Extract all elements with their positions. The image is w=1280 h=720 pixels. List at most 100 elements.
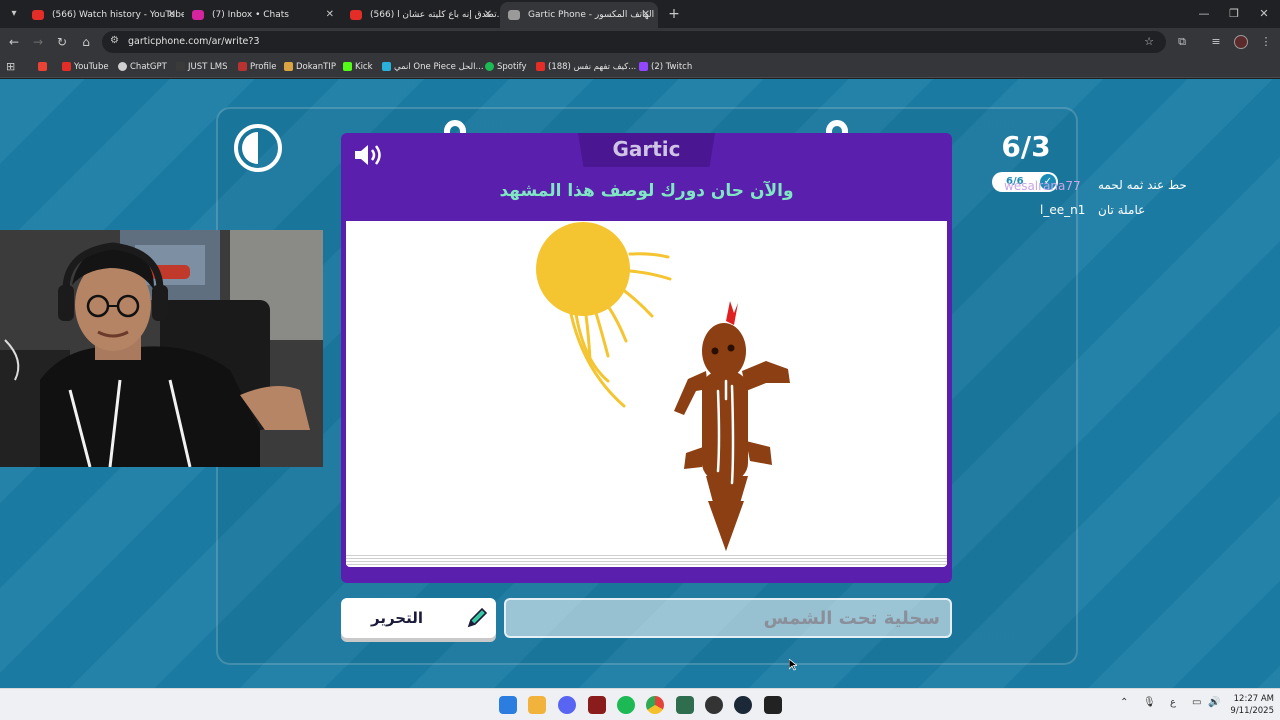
bookmark-label: انمي One Piece الحل... <box>394 62 484 72</box>
youtube-icon <box>536 62 545 71</box>
obs-icon[interactable] <box>705 696 723 714</box>
kick-icon <box>343 62 352 71</box>
paper-page-edges <box>346 553 947 567</box>
language-indicator[interactable]: ع <box>1170 697 1176 708</box>
bookmark-label: Spotify <box>497 62 527 72</box>
close-tab-icon[interactable]: ✕ <box>484 2 492 28</box>
close-tab-icon[interactable]: ✕ <box>168 2 176 28</box>
browser-tab[interactable]: (7) Inbox • Chats ✕ <box>184 2 342 28</box>
bookmark-dokantip[interactable]: DokanTIP <box>284 56 336 78</box>
steam-icon[interactable] <box>734 696 752 714</box>
instagram-icon <box>192 10 204 20</box>
volume-icon[interactable]: 🔊 <box>1208 697 1220 708</box>
tab-strip: ▾ (566) Watch history - YouTube ✕ (7) In… <box>0 0 1280 28</box>
extensions-icon[interactable]: ⧉ <box>1172 32 1192 52</box>
webcam-overlay <box>0 230 323 467</box>
terminal-icon[interactable] <box>764 696 782 714</box>
restore-icon[interactable]: ❐ <box>1222 4 1246 24</box>
reload-icon[interactable]: ↻ <box>52 32 72 52</box>
back-icon[interactable]: ← <box>4 32 24 52</box>
apps-grid-icon[interactable]: ⊞ <box>6 56 15 78</box>
site-info-icon[interactable]: ⚙ <box>110 35 119 46</box>
bookmark-star-icon[interactable]: ☆ <box>1144 31 1154 53</box>
edit-button[interactable]: التحرير <box>341 598 496 638</box>
close-window-icon[interactable]: ✕ <box>1252 4 1276 24</box>
gartic-logo: Gartic <box>612 137 681 161</box>
home-icon[interactable]: ⌂ <box>76 32 96 52</box>
bookmark-label: (188) كيف تفهم نفس... <box>548 62 637 72</box>
round-counter: 6/3 <box>1001 130 1051 163</box>
tab-title: (566) تصدق إنه باع كليته عشان ا... <box>370 10 500 20</box>
edit-button-label: التحرير <box>371 609 424 627</box>
url-text[interactable]: garticphone.com/ar/write?3 <box>128 31 259 53</box>
bookmark-chatgpt[interactable]: ChatGPT <box>118 56 167 78</box>
crest-shape <box>726 301 738 325</box>
player-message: حط عند ثمه لحمه <box>1098 178 1187 192</box>
microphone-icon[interactable]: 🎙 <box>1143 697 1156 708</box>
pencil-icon <box>467 607 488 628</box>
bookmark-spotify[interactable]: Spotify <box>485 56 527 78</box>
voicemeeter-icon[interactable] <box>588 696 606 714</box>
browser-tab-active[interactable]: Gartic Phone - الهاتف المكسور ✕ <box>500 2 658 28</box>
drawing-canvas <box>346 221 947 565</box>
clock-date: 9/11/2025 <box>1230 706 1274 716</box>
new-tab-icon[interactable]: + <box>664 4 684 24</box>
discord-icon[interactable] <box>558 696 576 714</box>
browser-toolbar: ← → ↻ ⌂ ⚙ garticphone.com/ar/write?3 ☆ ⧉… <box>0 28 1280 56</box>
windows-start-icon[interactable] <box>499 696 517 714</box>
bookmark-youtube-video[interactable]: (188) كيف تفهم نفس... <box>536 56 636 78</box>
forward-icon[interactable]: → <box>28 32 48 52</box>
bookmark-label: JUST LMS <box>188 62 228 72</box>
bookmark-youtube[interactable]: YouTube <box>62 56 109 78</box>
profile-icon <box>238 62 247 71</box>
clock-time: 12:27 AM <box>1233 694 1274 704</box>
media-controls-icon[interactable]: ≡ <box>1206 32 1226 52</box>
chrome-icon[interactable] <box>646 696 664 714</box>
notebook-header: Gartic والآن حان دورك لوصف هذا المشهد <box>341 133 952 217</box>
bookmark-twitch[interactable]: (2) Twitch <box>639 56 692 78</box>
close-tab-icon[interactable]: ✕ <box>326 2 334 28</box>
minimize-icon[interactable]: — <box>1192 4 1216 24</box>
sun-shape <box>536 222 630 316</box>
player-name: wesalrana77 <box>1004 179 1081 193</box>
file-explorer-icon[interactable] <box>528 696 546 714</box>
close-tab-icon[interactable]: ✕ <box>642 2 650 28</box>
bookmark-profile[interactable]: Profile <box>238 56 276 78</box>
chevron-up-icon[interactable]: ⌃ <box>1120 697 1128 708</box>
tab-title: Gartic Phone - الهاتف المكسور <box>528 10 655 20</box>
address-bar[interactable]: ⚙ garticphone.com/ar/write?3 ☆ <box>102 31 1166 53</box>
app-icon[interactable] <box>676 696 694 714</box>
bookmark-one-piece[interactable]: انمي One Piece الحل... <box>382 56 484 78</box>
description-input[interactable] <box>504 598 952 638</box>
drawing-image <box>536 222 790 551</box>
game-page: Gartic والآن حان دورك لوصف هذا المشهد ال… <box>0 79 1280 688</box>
browser-tab[interactable]: (566) تصدق إنه باع كليته عشان ا... ✕ <box>342 2 500 28</box>
youtube-icon <box>350 10 362 20</box>
webcam-image <box>0 230 323 467</box>
network-icon[interactable]: ▭ <box>1192 697 1201 708</box>
youtube-icon <box>62 62 71 71</box>
profile-avatar[interactable] <box>1234 35 1248 49</box>
taskbar: ⌃ 🎙 ع ▭ 🔊 12:27 AM 9/11/2025 <box>0 688 1280 720</box>
twitch-icon <box>639 62 648 71</box>
bookmarks-bar: ⊞ YouTube ChatGPT JUST LMS Profile Dokan… <box>0 56 1280 78</box>
menu-icon[interactable]: ⋮ <box>1256 32 1276 52</box>
timer-progress <box>242 132 274 164</box>
lms-icon <box>176 62 185 71</box>
tab-search-icon[interactable]: ▾ <box>4 4 24 24</box>
chatgpt-icon <box>118 62 127 71</box>
spotify-icon[interactable] <box>617 696 635 714</box>
sound-icon[interactable] <box>353 142 385 168</box>
mouse-cursor-icon <box>789 659 797 671</box>
dokantip-icon <box>284 62 293 71</box>
youtube-icon <box>32 10 44 20</box>
spotify-icon <box>485 62 494 71</box>
bookmark-gmail[interactable] <box>38 56 50 78</box>
player-entry: l_ee_n1 <box>1040 203 1085 217</box>
browser-tab[interactable]: (566) Watch history - YouTube ✕ <box>24 2 184 28</box>
system-clock[interactable]: 12:27 AM 9/11/2025 <box>1222 693 1274 717</box>
bookmark-label: ChatGPT <box>130 62 167 72</box>
player-entry: wesalrana77 <box>1004 179 1081 193</box>
bookmark-just-lms[interactable]: JUST LMS <box>176 56 227 78</box>
bookmark-kick[interactable]: Kick <box>343 56 373 78</box>
